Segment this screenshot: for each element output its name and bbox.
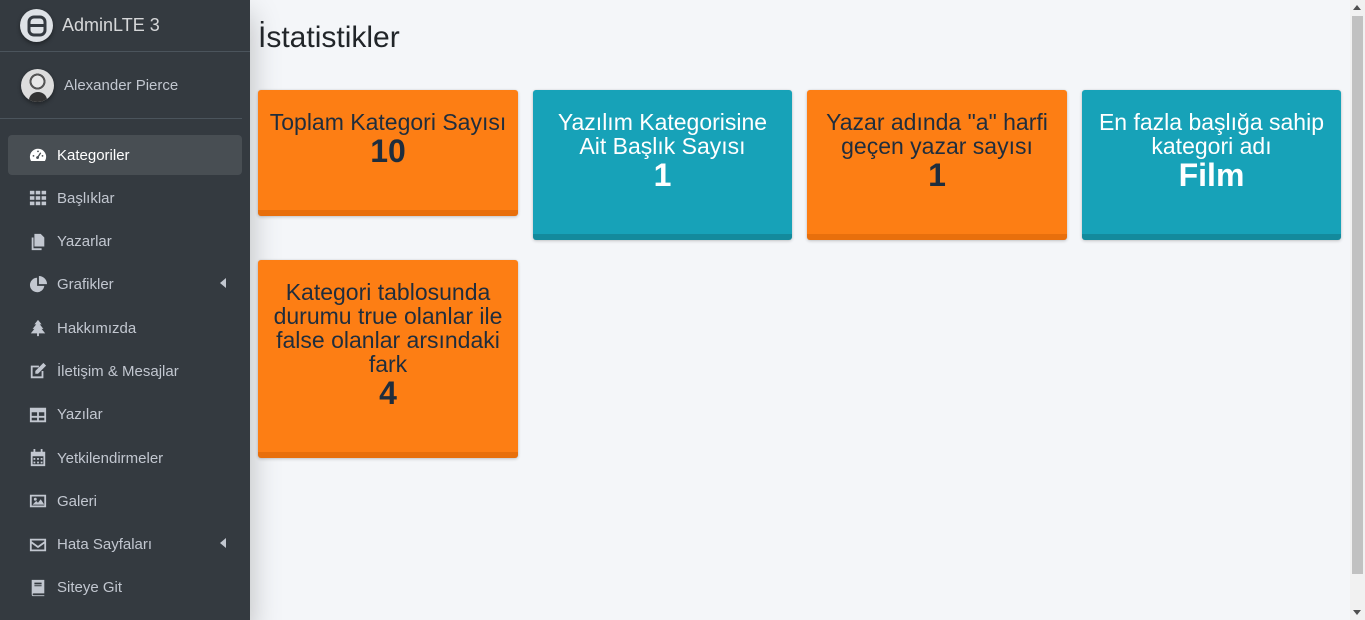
- sidebar-item-yetkilendirmeler[interactable]: Yetkilendirmeler: [8, 438, 242, 478]
- sidebar-item-grafikler[interactable]: Grafikler: [8, 265, 242, 305]
- envelope-icon: [28, 535, 47, 554]
- page-scrollbar[interactable]: [1350, 0, 1365, 620]
- brand-logo-icon: [20, 9, 53, 42]
- sidebar-item-label: Yazarlar: [57, 233, 112, 251]
- sidebar-item-yazarlar[interactable]: Yazarlar: [8, 222, 242, 262]
- sidebar-item-yazilar[interactable]: Yazılar: [8, 395, 242, 435]
- tree-icon: [28, 319, 47, 338]
- sidebar-item-hata-sayfalari[interactable]: Hata Sayfaları: [8, 525, 242, 565]
- table-icon: [28, 405, 47, 424]
- stat-box-top-category: En fazla başlığa sahip kategori adı Film: [1082, 90, 1341, 240]
- stat-value: 4: [379, 375, 397, 411]
- brand-text: AdminLTE 3: [62, 15, 160, 35]
- stat-box-status-difference: Kategori tablosunda durumu true olanlar …: [258, 260, 518, 458]
- sidebar-item-label: Siteye Git: [57, 579, 123, 597]
- sidebar-item-label: Hakkımızda: [57, 319, 137, 337]
- sidebar-item-label: Kategoriler: [57, 146, 130, 164]
- page-title: İstatistikler: [258, 21, 400, 54]
- stat-box-total-categories: Toplam Kategori Sayısı 10: [258, 90, 518, 216]
- chevron-left-icon: [220, 277, 226, 288]
- copy-icon: [28, 232, 47, 251]
- stat-label: En fazla başlığa sahip kategori adı: [1098, 109, 1325, 159]
- main-sidebar: AdminLTE 3 Alexander Pierce Kategoriler …: [0, 0, 250, 620]
- sidebar-item-label: Yetkilendirmeler: [57, 449, 164, 467]
- stat-value: 1: [653, 157, 672, 193]
- image-icon: [28, 492, 47, 511]
- content-wrapper: İstatistikler Toplam Kategori Sayısı 10 …: [250, 0, 1350, 620]
- sidebar-item-label: Galeri: [57, 492, 98, 510]
- tachometer-icon: [28, 146, 47, 165]
- stat-label: Yazar adında "a" harfi geçen yazar sayıs…: [826, 109, 1048, 159]
- sidebar-item-label: Grafikler: [57, 276, 114, 294]
- sidebar-item-siteye-git[interactable]: Siteye Git: [8, 568, 242, 608]
- edit-icon: [28, 362, 47, 381]
- sidebar-item-label: Yazılar: [57, 406, 103, 424]
- sidebar-item-label: İletişim & Mesajlar: [57, 362, 179, 380]
- stat-box-software-titles: Yazılım Kategorisine Ait Başlık Sayısı 1: [533, 90, 792, 240]
- sidebar-item-basliklar[interactable]: Başlıklar: [8, 178, 242, 218]
- brand-link[interactable]: AdminLTE 3: [0, 0, 250, 52]
- stat-label: Toplam Kategori Sayısı: [269, 109, 507, 135]
- scroll-up-arrow-icon[interactable]: [1353, 5, 1361, 10]
- stat-value: Film: [1178, 157, 1245, 193]
- user-panel[interactable]: Alexander Pierce: [0, 52, 242, 119]
- user-name[interactable]: Alexander Pierce: [64, 77, 178, 94]
- chevron-left-icon: [220, 537, 226, 548]
- sidebar-item-label: Başlıklar: [57, 189, 115, 207]
- stat-label: Kategori tablosunda durumu true olanlar …: [273, 279, 503, 377]
- user-avatar: [21, 68, 54, 102]
- book-icon: [28, 578, 47, 597]
- stat-box-authors-with-a: Yazar adında "a" harfi geçen yazar sayıs…: [807, 90, 1067, 240]
- sidebar-item-label: Hata Sayfaları: [57, 536, 153, 554]
- scroll-thumb[interactable]: [1352, 16, 1363, 574]
- sidebar-item-iletisim[interactable]: İletişim & Mesajlar: [8, 351, 242, 391]
- sidebar-item-kategoriler[interactable]: Kategoriler: [8, 135, 242, 175]
- scroll-down-arrow-icon[interactable]: [1353, 610, 1361, 615]
- pie-chart-icon: [28, 275, 47, 294]
- sidebar-nav: Kategoriler Başlıklar Yazarlar Grafikler…: [0, 119, 250, 608]
- stat-value: 10: [370, 133, 406, 169]
- stat-value: 1: [928, 157, 946, 193]
- calendar-icon: [28, 449, 47, 468]
- grid-icon: [28, 189, 47, 208]
- sidebar-item-hakkimizda[interactable]: Hakkımızda: [8, 308, 242, 348]
- sidebar-item-galeri[interactable]: Galeri: [8, 481, 242, 521]
- stat-label: Yazılım Kategorisine Ait Başlık Sayısı: [557, 109, 768, 159]
